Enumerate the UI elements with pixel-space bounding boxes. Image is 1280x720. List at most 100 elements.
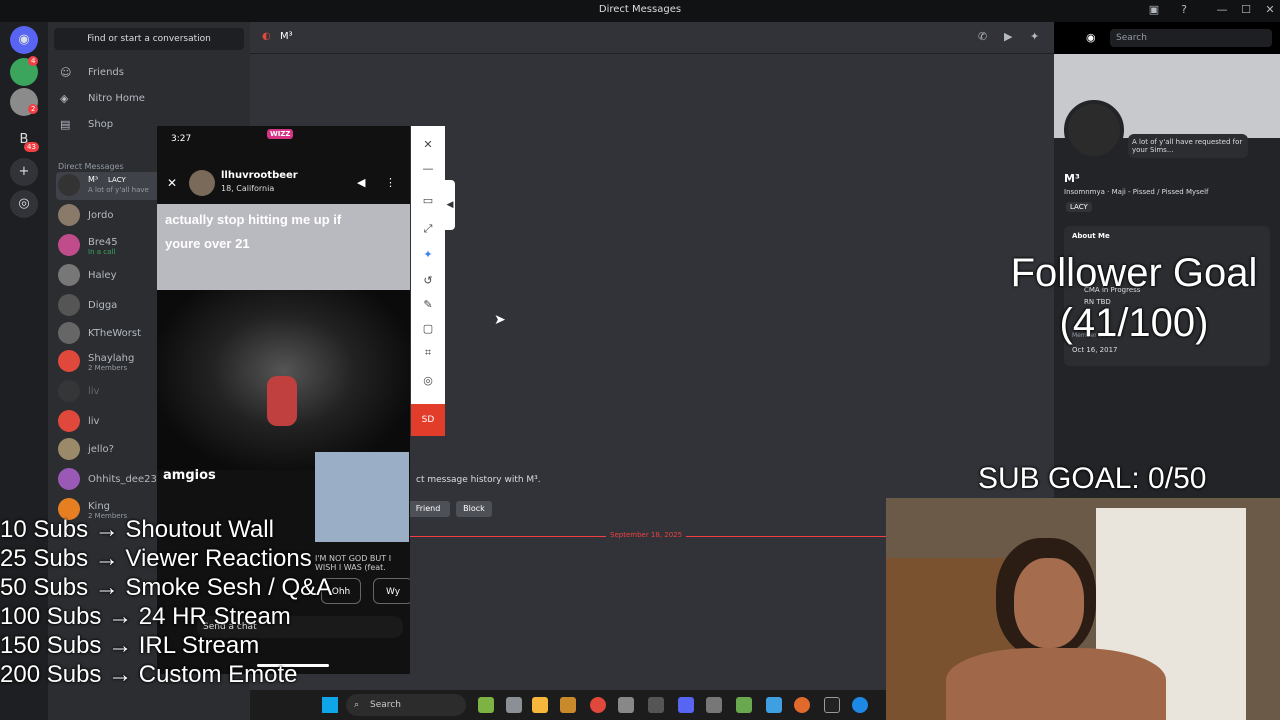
help-icon[interactable]: ? [1176,3,1192,19]
opera-icon[interactable] [590,697,606,713]
discord-taskbar-icon[interactable] [678,697,694,713]
pin-icon[interactable]: ✦ [421,248,435,262]
taskbar-search[interactable]: ⌕ Search [346,694,466,716]
history-text: ct message history with M³. [416,475,541,485]
mute-icon[interactable]: ◀ [357,176,365,189]
app-icon[interactable] [706,697,722,713]
date-divider: September 18, 2025 [606,531,687,539]
window-title-bar: Direct Messages ▣ ? — ☐ ✕ [0,0,1280,22]
close-icon[interactable]: ✕ [167,176,177,190]
avatar [58,438,80,460]
sub-goal-overlay: SUB GOAL: 0/50 [978,462,1207,495]
dm-name: Digga [88,300,118,311]
profile-tag: LACY [1066,202,1092,212]
screenshot-icon[interactable]: ▭ [421,194,435,208]
minimize-icon[interactable]: — [421,162,435,176]
app-icon[interactable] [648,697,664,713]
dm-tag: LACY [108,176,126,184]
minimize-icon[interactable]: — [1214,3,1230,19]
taskbar-search-label: Search [370,700,401,710]
avatar [189,170,215,196]
windows-start-icon[interactable] [322,697,338,713]
expand-icon[interactable]: ⤢ [421,222,435,236]
undo-icon[interactable]: ↺ [421,274,435,288]
dm-section-header: Direct Messages [58,162,124,171]
app-icon[interactable] [506,697,522,713]
more-icon[interactable]: ⋮ [385,176,396,189]
explore-icon[interactable]: ◎ [10,190,38,218]
nav-nitro-home[interactable]: ◈ Nitro Home [56,88,242,110]
profile-toggle-icon[interactable]: ◉ [1086,31,1096,44]
target-icon[interactable]: ◎ [421,374,435,388]
app-icon[interactable] [766,697,782,713]
edge-icon[interactable] [852,697,868,713]
sub-rewards-overlay: 10 Subs → Shoutout Wall 25 Subs → Viewer… [0,515,332,689]
pen-icon[interactable]: ✎ [421,298,435,312]
friends-icon: ☺ [60,66,72,79]
dm-name: KTheWorst [88,328,142,339]
crop-icon[interactable]: ▢ [421,322,435,336]
sub-reward: 50 Subs → Smoke Sesh / Q&A [0,574,333,601]
suggestion-chip[interactable]: Wy [373,578,410,604]
snip-toolbar: ✕ — ▭ ⤢ ✦ ↺ ✎ ▢ ⌗ ◎ SD [411,126,445,436]
sub-reward: 150 Subs → IRL Stream [0,632,260,659]
pin-icon[interactable]: ✦ [1030,30,1039,43]
nitro-icon: ◈ [60,92,69,105]
profile-name: M³ [1064,172,1080,185]
phone-user-meta: 18, California [221,184,275,193]
app-icon[interactable] [794,697,810,713]
app-icon[interactable] [560,697,576,713]
face [1014,558,1084,648]
collapse-handle[interactable]: ◀ [445,180,455,230]
call-icon[interactable]: ✆ [978,30,987,43]
search-input[interactable]: Search [1110,29,1272,47]
follower-goal-overlay: Follower Goal (41/100) [996,248,1272,348]
video-icon[interactable]: ▶ [1004,30,1012,43]
second-username: amgios [163,468,216,483]
follower-goal-count: (41/100) [1059,301,1209,345]
nav-label: Nitro Home [88,93,145,104]
unread-badge: 43 [24,142,39,152]
avatar [58,468,80,490]
dm-name: liv [88,386,100,397]
nav-friends[interactable]: ☺ Friends [56,62,242,84]
windows-taskbar: ⌕ Search [250,690,886,720]
discord-home-icon[interactable]: ◉ [10,26,38,54]
profile-meta: Insomnmya · Maji - Pissed / Pissed Mysel… [1064,188,1209,196]
add-server-icon[interactable]: + [10,158,38,186]
dm-name: M³ [88,175,99,184]
dm-name: jello? [88,444,114,455]
alien-tongue [267,376,297,426]
sub-reward: 100 Subs → 24 HR Stream [0,603,291,630]
find-conversation-button[interactable]: Find or start a conversation [54,28,244,50]
avatar [58,174,80,196]
webcam-feed [886,498,1280,720]
search-icon: ⌕ [354,700,360,710]
add-friend-button[interactable]: Friend [406,501,450,517]
close-window-icon[interactable]: ✕ [1262,3,1278,19]
sd-upload-button[interactable]: SD [411,404,445,436]
file-explorer-icon[interactable] [532,697,548,713]
close-icon[interactable]: ✕ [421,138,435,152]
sub-reward: 25 Subs → Viewer Reactions [0,545,312,572]
app-icon[interactable] [736,697,752,713]
app-icon[interactable] [618,697,634,713]
crop-tool-icon[interactable]: ⌗ [421,346,435,360]
dm-name: Ohhits_dee23 [88,474,157,485]
avatar [58,264,80,286]
nav-label: Shop [88,119,114,130]
inbox-icon[interactable]: ▣ [1146,3,1162,19]
maximize-icon[interactable]: ☐ [1238,3,1254,19]
dm-name: Bre45 [88,237,118,248]
app-icon[interactable] [478,697,494,713]
shop-icon: ▤ [60,118,71,131]
app-logo: WIZZ [267,129,294,139]
chat-header: ◐ M³ ✆ ▶ ✦ [250,22,1054,54]
app-icon[interactable] [824,697,840,713]
dm-name: King [88,501,111,512]
sub-reward: 10 Subs → Shoutout Wall [0,516,274,543]
avatar [58,322,80,344]
dm-status: In a call [88,248,116,256]
shoulders [946,648,1166,720]
block-button[interactable]: Block [456,501,492,517]
